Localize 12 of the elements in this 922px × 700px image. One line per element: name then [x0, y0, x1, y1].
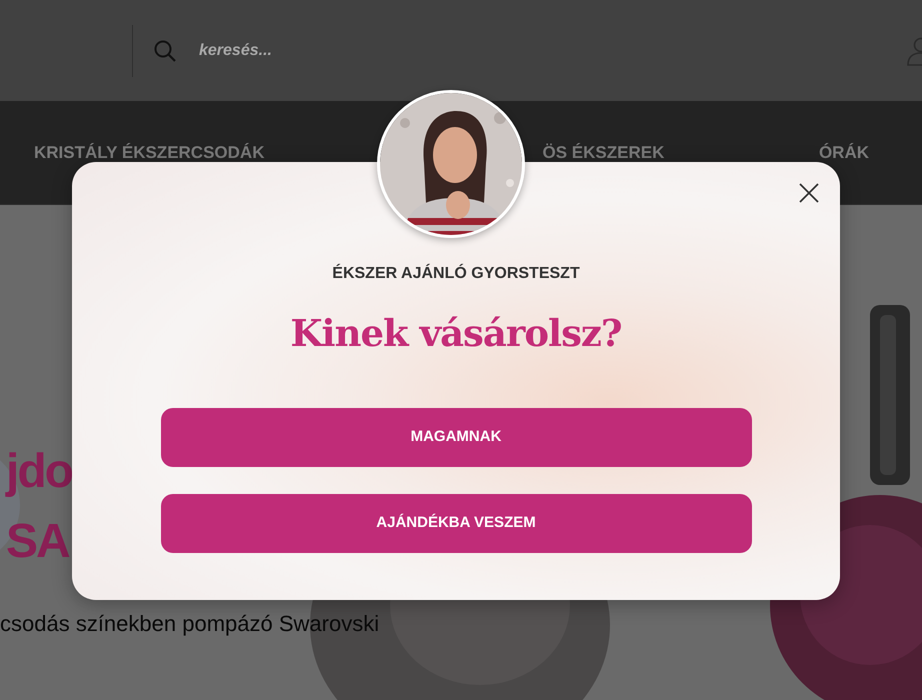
quiz-label: ÉKSZER AJÁNLÓ GYORSTESZT: [332, 262, 580, 284]
hero-title: jdo: [4, 444, 72, 500]
nav-link[interactable]: KRISTÁLY ÉKSZERCSODÁK: [34, 140, 264, 166]
search-field[interactable]: keresés...: [197, 38, 497, 64]
option-button[interactable]: AJÁNDÉKBA VESZEM: [160, 494, 752, 552]
nav-link[interactable]: ÖS ÉKSZEREK: [542, 140, 664, 166]
modal-title: Kinek vásárolsz?: [290, 310, 622, 357]
option-button[interactable]: MAGAMNAK: [160, 408, 752, 466]
hero-title: SA: [5, 514, 69, 570]
nav-link[interactable]: ÓRÁK: [818, 140, 869, 166]
hero-subtitle: csodás színekben pompázó Swarovski: [0, 610, 380, 638]
search-icon[interactable]: [153, 38, 177, 62]
